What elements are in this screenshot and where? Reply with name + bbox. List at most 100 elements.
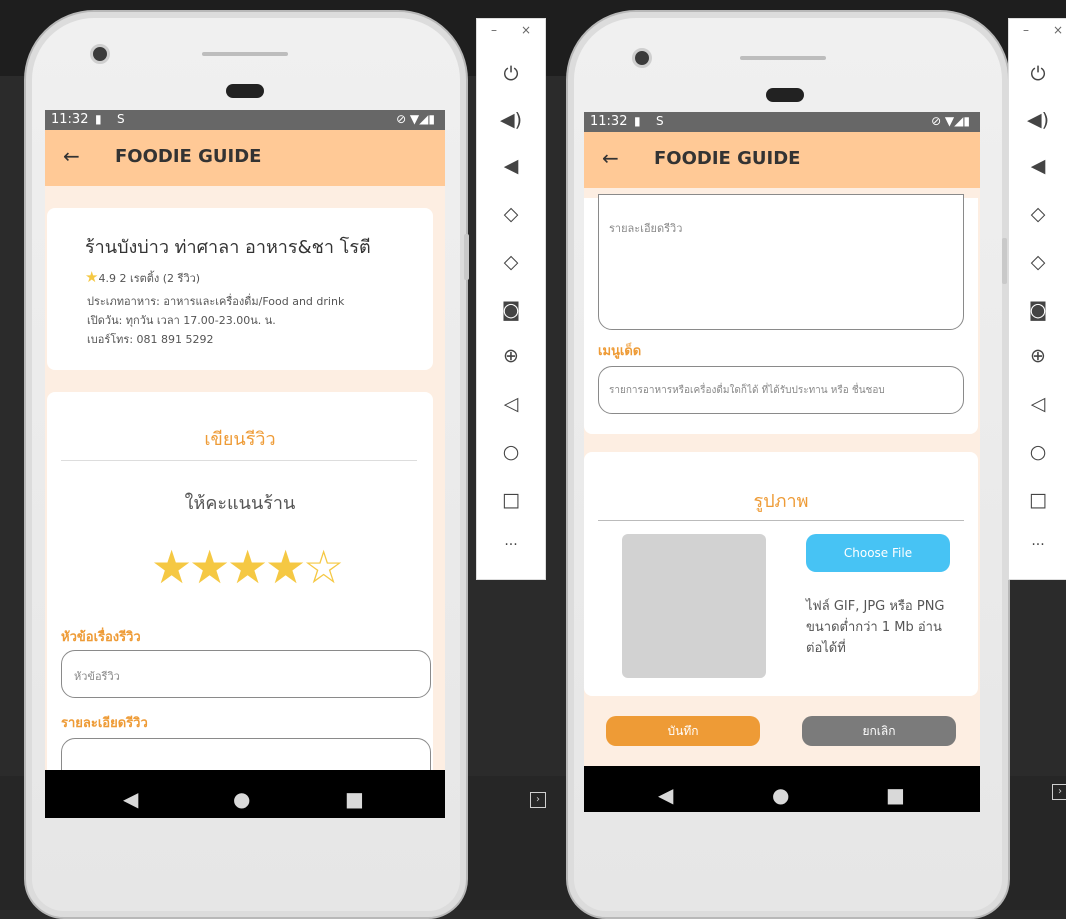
screen-right: 11:32 ▮ S ⊘ ▼◢▮ ← FOODIE GUIDE รายละเอีย… xyxy=(584,112,980,812)
title-label: หัวข้อเรื่องรีวิว xyxy=(61,630,141,645)
nav-back-icon[interactable]: ◀ xyxy=(658,783,673,807)
status-time: 11:32 xyxy=(51,112,89,127)
status-bar: 11:32 ▮ S ⊘ ▼◢▮ xyxy=(45,110,445,130)
front-camera xyxy=(632,48,652,68)
rotate-left-icon[interactable]: ◇ xyxy=(1009,203,1066,225)
star-icon: ★ xyxy=(85,268,99,286)
nav-home-icon[interactable]: ● xyxy=(233,787,250,811)
title-input[interactable]: หัวข้อรีวิว xyxy=(61,650,431,698)
close-button[interactable]: × xyxy=(521,23,531,37)
arrow-left-icon[interactable]: ← xyxy=(63,144,80,168)
overview-icon[interactable]: □ xyxy=(1009,489,1066,511)
zoom-icon[interactable]: ⊕ xyxy=(1009,345,1066,367)
menu-placeholder: รายการอาหารหรือเครื่องดื่มใดก็ได้ ที่ได้… xyxy=(609,385,885,396)
app-title: FOODIE GUIDE xyxy=(654,148,801,169)
emulator-controls-right: – × ⏻ ◀) ◀ ◇ ◇ ◙ ⊕ ◁ ○ □ ··· xyxy=(1008,18,1066,580)
status-bar: 11:32 ▮ S ⊘ ▼◢▮ xyxy=(584,112,980,132)
camera-icon[interactable]: ◙ xyxy=(1009,299,1066,321)
app-bar: ← FOODIE GUIDE xyxy=(584,132,980,188)
star-empty-icon[interactable]: ☆ xyxy=(303,544,344,590)
side-button xyxy=(464,234,469,280)
sd-card-icon: ▮ xyxy=(95,112,102,126)
minimize-button[interactable]: – xyxy=(1023,23,1029,37)
food-type: ประเภทอาหาร: อาหารและเครื่องดื่ม/Food an… xyxy=(87,295,345,308)
sync-icon: S xyxy=(656,114,664,128)
network-status-icons: ⊘ ▼◢▮ xyxy=(396,112,435,126)
emulator-controls-left: – × ⏻ ◀) ◀ ◇ ◇ ◙ ⊕ ◁ ○ □ ··· xyxy=(476,18,546,580)
rotate-left-icon[interactable]: ◇ xyxy=(477,203,545,225)
detail-placeholder: รายละเอียดรีวิว xyxy=(609,222,683,235)
review-details-card: รายละเอียดรีวิว เมนูเด็ด รายการอาหารหรือ… xyxy=(584,194,978,434)
menu-label: เมนูเด็ด xyxy=(598,344,642,359)
rating-text: 4.9 2 เรตติ้ง (2 รีวิว) xyxy=(98,272,201,285)
review-heading: เขียนรีวิว xyxy=(204,429,276,450)
app-title: FOODIE GUIDE xyxy=(115,146,262,167)
choose-file-button[interactable]: Choose File xyxy=(806,534,950,572)
title-placeholder: หัวข้อรีวิว xyxy=(74,670,120,683)
home-icon[interactable]: ○ xyxy=(1009,441,1066,463)
sd-card-icon: ▮ xyxy=(634,114,641,128)
network-status-icons: ⊘ ▼◢▮ xyxy=(931,114,970,128)
restaurant-info-card: ร้านบังบ่าว ท่าศาลา อาหาร&ชา โรตี ★4.9 2… xyxy=(47,208,433,370)
speaker-grille xyxy=(740,56,826,60)
rating-line: ★4.9 2 เรตติ้ง (2 รีวิว) xyxy=(85,268,200,287)
power-icon[interactable]: ⏻ xyxy=(477,63,545,85)
status-time: 11:32 xyxy=(590,114,628,129)
photo-preview xyxy=(622,534,766,678)
sensor-pill xyxy=(766,88,804,102)
menu-input[interactable]: รายการอาหารหรือเครื่องดื่มใดก็ได้ ที่ได้… xyxy=(598,366,964,414)
volume-down-icon[interactable]: ◀ xyxy=(477,155,545,177)
detail-label: รายละเอียดรีวิว xyxy=(61,716,148,731)
more-icon[interactable]: ··· xyxy=(477,537,545,553)
rate-label: ให้คะแนนร้าน xyxy=(184,493,296,514)
camera-icon[interactable]: ◙ xyxy=(477,299,545,321)
overview-icon[interactable]: □ xyxy=(477,489,545,511)
volume-up-icon[interactable]: ◀) xyxy=(477,109,545,131)
file-hint: ไฟล์ GIF, JPG หรือ PNG ขนาดต่ำกว่า 1 Mb … xyxy=(806,599,945,656)
close-button[interactable]: × xyxy=(1053,23,1063,37)
volume-down-icon[interactable]: ◀ xyxy=(1009,155,1066,177)
side-button xyxy=(1002,238,1007,284)
divider xyxy=(61,460,417,461)
nav-home-icon[interactable]: ● xyxy=(772,783,789,807)
volume-up-icon[interactable]: ◀) xyxy=(1009,109,1066,131)
arrow-left-icon[interactable]: ← xyxy=(602,146,619,170)
android-nav-bar: ◀ ● ■ xyxy=(584,766,980,812)
screen-left: 11:32 ▮ S ⊘ ▼◢▮ ← FOODIE GUIDE ร้านบังบ่… xyxy=(45,110,445,818)
minimize-button[interactable]: – xyxy=(491,23,497,37)
power-icon[interactable]: ⏻ xyxy=(1009,63,1066,85)
star-filled-icon[interactable]: ★ xyxy=(189,544,230,590)
back-icon[interactable]: ◁ xyxy=(477,393,545,415)
star-filled-icon[interactable]: ★ xyxy=(265,544,306,590)
more-icon[interactable]: ··· xyxy=(1009,537,1066,553)
star-rating[interactable]: ★ ★ ★ ★ ☆ xyxy=(151,544,351,594)
zoom-icon[interactable]: ⊕ xyxy=(477,345,545,367)
rotate-right-icon[interactable]: ◇ xyxy=(477,251,545,273)
nav-recents-icon[interactable]: ■ xyxy=(345,787,364,811)
photo-heading: รูปภาพ xyxy=(753,491,809,512)
divider xyxy=(598,520,964,521)
front-camera xyxy=(90,44,110,64)
cancel-button[interactable]: ยกเลิก xyxy=(802,716,956,746)
photo-card: รูปภาพ Choose File ไฟล์ GIF, JPG หรือ PN… xyxy=(584,452,978,696)
save-button[interactable]: บันทึก xyxy=(606,716,760,746)
restaurant-name: ร้านบังบ่าว ท่าศาลา อาหาร&ชา โรตี xyxy=(85,237,371,258)
review-form-card: เขียนรีวิว ให้คะแนนร้าน ★ ★ ★ ★ ☆ หัวข้อเรื่… xyxy=(47,392,433,818)
sync-icon: S xyxy=(117,112,125,126)
star-filled-icon[interactable]: ★ xyxy=(227,544,268,590)
sensor-pill xyxy=(226,84,264,98)
detail-input[interactable]: รายละเอียดรีวิว xyxy=(598,194,964,330)
home-icon[interactable]: ○ xyxy=(477,441,545,463)
expand-icon[interactable]: › xyxy=(1052,784,1066,800)
back-icon[interactable]: ◁ xyxy=(1009,393,1066,415)
android-nav-bar: ◀ ● ■ xyxy=(45,770,445,818)
speaker-grille xyxy=(202,52,288,56)
expand-icon[interactable]: › xyxy=(530,792,546,808)
app-bar: ← FOODIE GUIDE xyxy=(45,130,445,186)
opening-hours: เปิดวัน: ทุกวัน เวลา 17.00-23.00น. น. xyxy=(87,314,276,327)
nav-back-icon[interactable]: ◀ xyxy=(123,787,138,811)
phone-number: เบอร์โทร: 081 891 5292 xyxy=(87,333,214,346)
star-filled-icon[interactable]: ★ xyxy=(151,544,192,590)
rotate-right-icon[interactable]: ◇ xyxy=(1009,251,1066,273)
nav-recents-icon[interactable]: ■ xyxy=(886,783,905,807)
